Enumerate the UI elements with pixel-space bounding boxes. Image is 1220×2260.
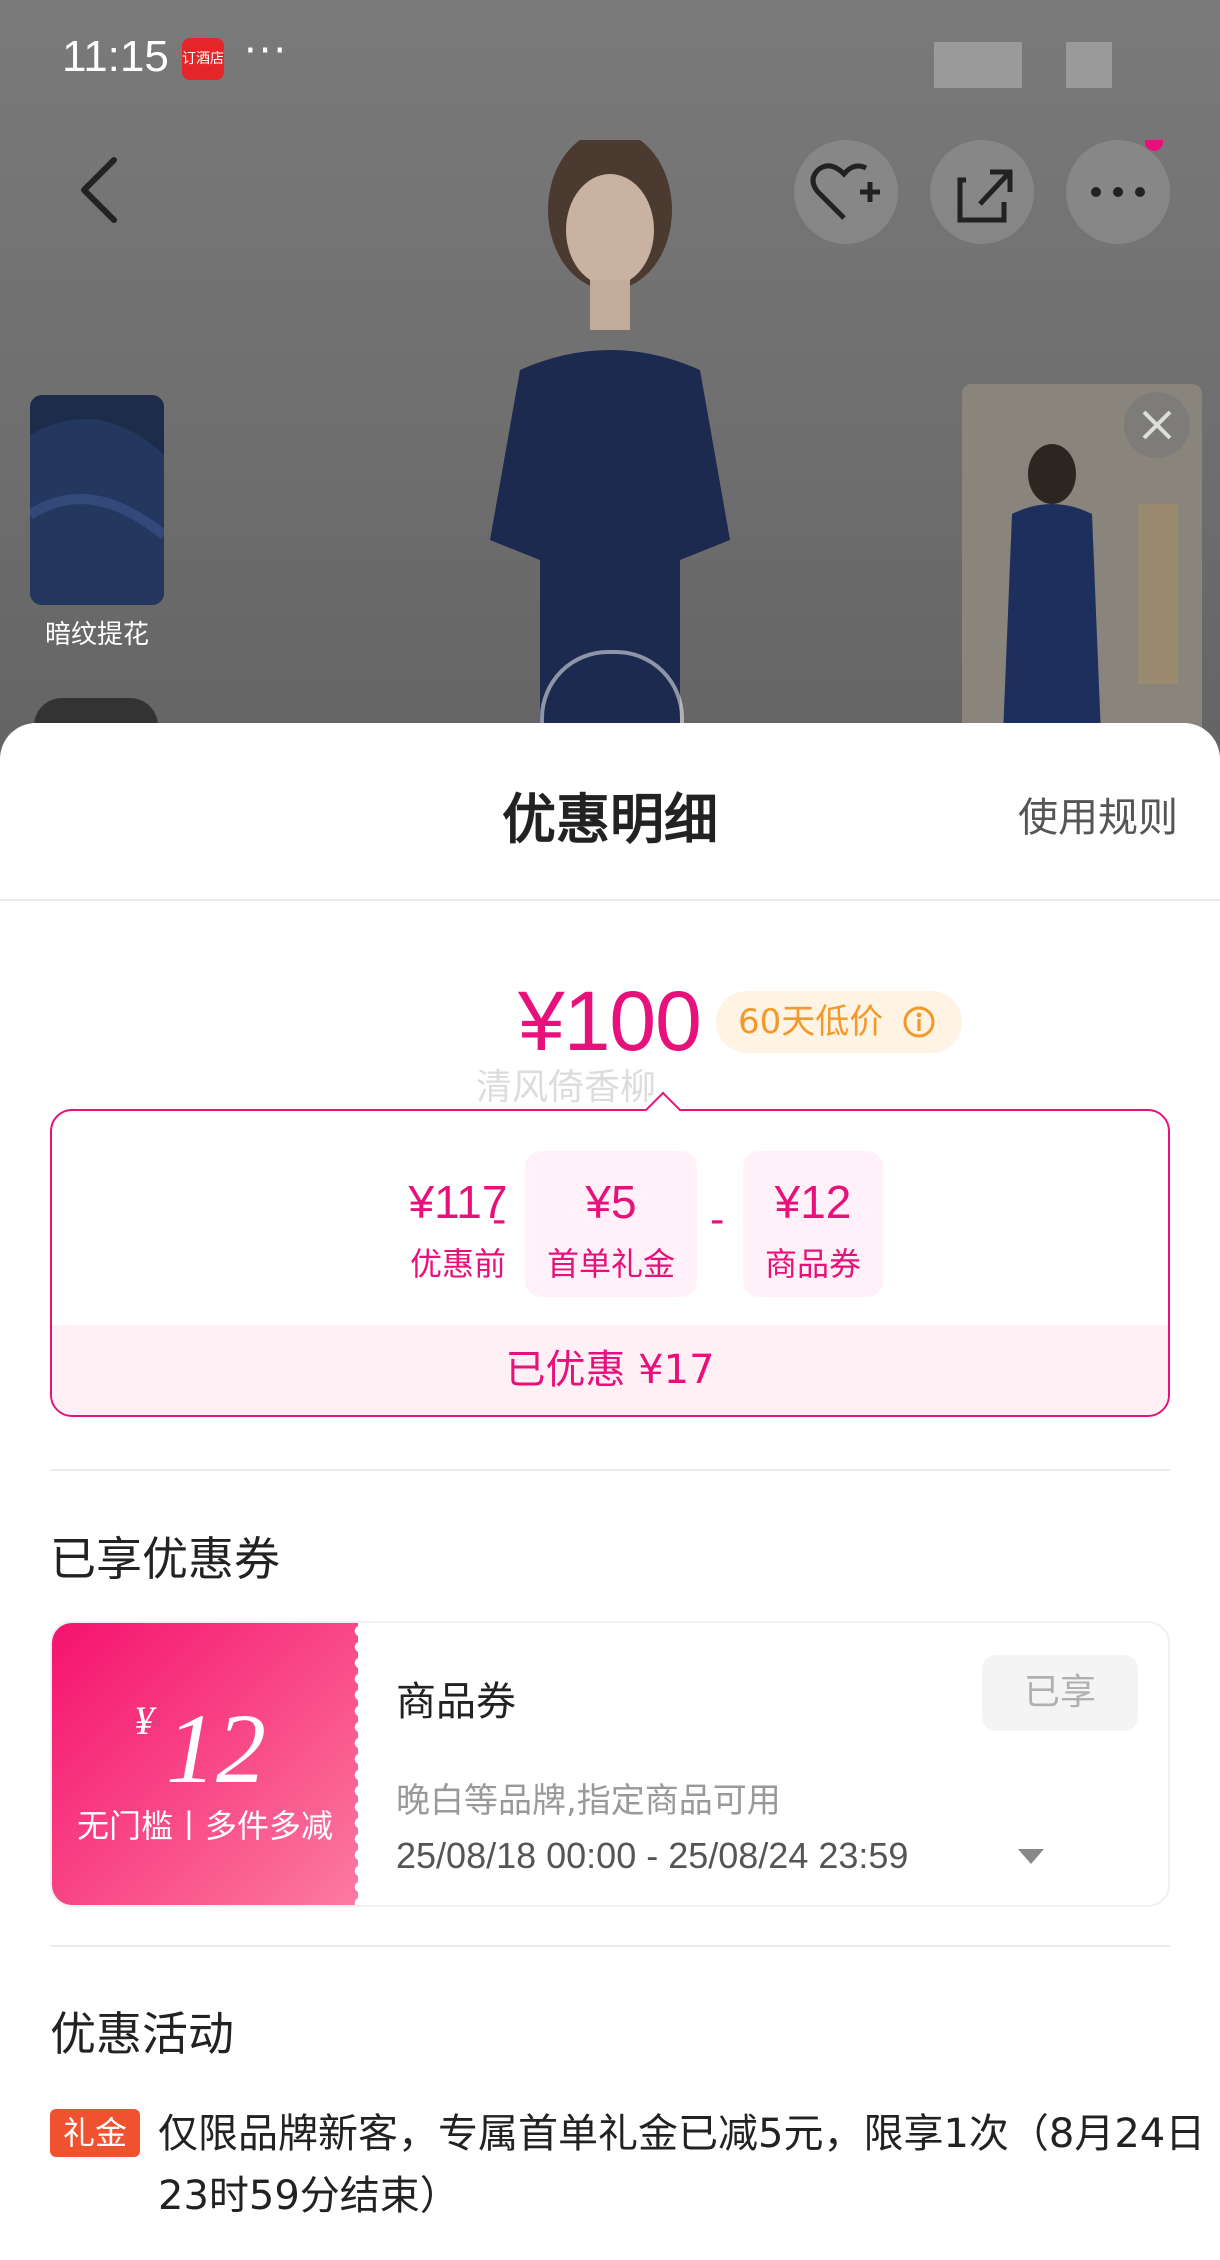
product-background: 11:15 订酒店 ··· 暗纹提花 — [0, 0, 1220, 760]
breakdown-label: 商品券 — [764, 1245, 861, 1283]
breakdown-original: ¥117 优惠前 — [372, 1151, 544, 1297]
coupon-amount: 12 — [166, 1693, 266, 1804]
low-price-badge[interactable]: 60天低价 — [716, 991, 962, 1053]
share-icon — [957, 169, 1013, 223]
app-badge-icon: 订酒店 — [182, 38, 224, 80]
header-divider — [0, 899, 1220, 901]
coupons-section-title: 已享优惠券 — [50, 1532, 280, 1586]
activity-description: 仅限品牌新客，专属首单礼金已减5元，限享1次（8月24日23时59分结束） — [158, 2111, 1206, 2219]
coupon-name: 商品券 — [396, 1679, 516, 1725]
section-divider — [50, 1469, 1170, 1471]
minus-sign: - — [710, 1197, 725, 1243]
favorite-add-button[interactable] — [794, 140, 898, 244]
breakdown-product-coupon: ¥12 商品券 — [743, 1151, 883, 1297]
close-icon — [1142, 410, 1172, 440]
coupon-perforation — [348, 1623, 364, 1905]
coupon-validity: 25/08/18 00:00 - 25/08/24 23:59 — [396, 1835, 909, 1876]
breakdown-amount: ¥5 — [585, 1176, 637, 1228]
breakdown-amount: ¥117 — [408, 1176, 508, 1228]
coupon-condition: 无门槛丨多件多减 — [76, 1807, 333, 1845]
back-icon[interactable] — [70, 150, 130, 230]
coupon-currency: ¥ — [134, 1698, 154, 1743]
breakdown-label: 首单礼金 — [546, 1245, 675, 1283]
battery-icon — [1066, 42, 1112, 88]
share-button[interactable] — [930, 140, 1034, 244]
final-price: ¥100 — [518, 974, 702, 1068]
watermark-text: 清风倚香柳 — [476, 1067, 657, 1108]
coupon-value-panel: ¥ 12 无门槛丨多件多减 — [52, 1623, 358, 1905]
discount-detail-sheet: 优惠明细 使用规则 ¥100 60天低价 清风倚香柳 ¥117 优惠前 - ¥5… — [0, 723, 1220, 2260]
breakdown-label: 优惠前 — [409, 1245, 506, 1283]
status-bar: 11:15 订酒店 ··· — [0, 0, 1220, 110]
more-button[interactable] — [1066, 133, 1170, 244]
price-breakdown: ¥117 优惠前 - ¥5 首单礼金 - ¥12 商品券 已优惠 ¥17 — [50, 1091, 1170, 1417]
usage-rules-link[interactable]: 使用规则 — [1018, 785, 1178, 843]
minus-sign: - — [492, 1197, 507, 1243]
chevron-down-icon[interactable] — [1018, 1849, 1044, 1864]
close-video-button[interactable] — [1124, 392, 1190, 458]
status-time: 11:15 — [62, 32, 169, 81]
activities-section-title: 优惠活动 — [50, 2007, 234, 2061]
more-icon — [1091, 133, 1163, 197]
fabric-image — [30, 419, 164, 605]
fabric-label: 暗纹提花 — [44, 620, 149, 650]
signal-icon — [934, 42, 1022, 88]
coupon-card[interactable]: ¥ 12 无门槛丨多件多减 商品券 已享 晚白等品牌,指定商品可用 25/08/… — [50, 1621, 1170, 1907]
low-price-badge-label: 60天低价 — [738, 1002, 884, 1042]
total-saved: 已优惠 ¥17 — [52, 1325, 1168, 1415]
fabric-thumbnail[interactable] — [30, 395, 164, 605]
breakdown-first-order-gift: ¥5 首单礼金 — [525, 1151, 697, 1297]
section-divider — [50, 1945, 1170, 1947]
coupon-applied-button[interactable]: 已享 — [982, 1655, 1138, 1731]
gift-tag: 礼金 — [50, 2109, 140, 2157]
status-more-icon: ··· — [244, 28, 289, 74]
breakdown-amount: ¥12 — [774, 1176, 852, 1228]
coupon-scope: 晚白等品牌,指定商品可用 — [396, 1781, 781, 1821]
heart-plus-icon — [810, 163, 880, 220]
info-icon — [903, 1006, 935, 1038]
